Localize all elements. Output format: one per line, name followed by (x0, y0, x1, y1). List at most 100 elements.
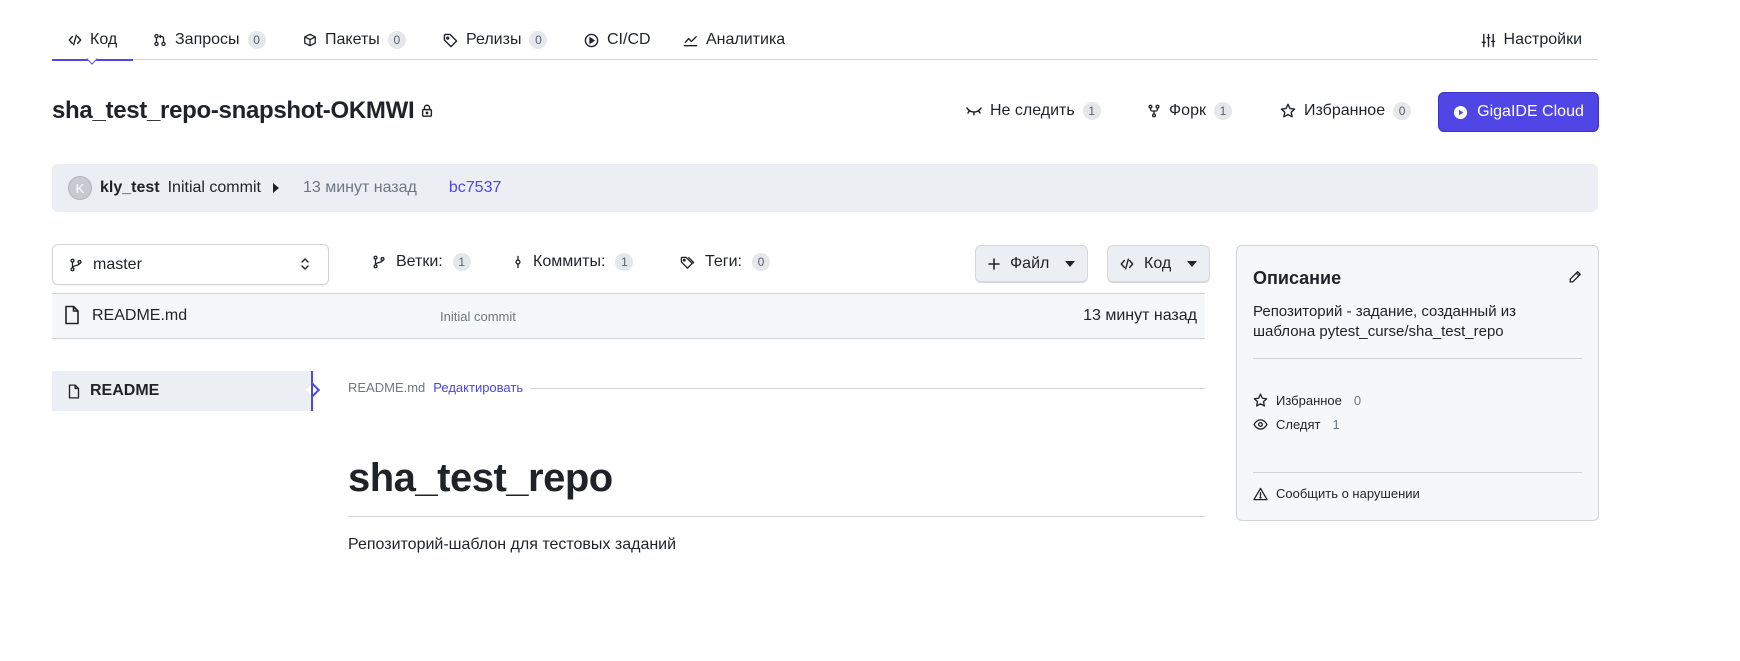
divider (1253, 358, 1582, 359)
gigaide-label: GigaIDE Cloud (1477, 103, 1584, 120)
branch-select[interactable]: master (52, 244, 329, 285)
branch-icon (69, 258, 83, 272)
tab-requests[interactable]: Запросы 0 (137, 20, 282, 60)
divider (348, 516, 1205, 517)
file-list: README.md Initial commit 13 минут назад (52, 293, 1205, 339)
report-label: Сообщить о нарушении (1276, 486, 1420, 501)
commit-message[interactable]: Initial commit (168, 179, 261, 197)
tab-label: Код (90, 31, 118, 48)
tab-count: 0 (247, 31, 266, 49)
tab-label: Релизы (466, 31, 522, 48)
repo-description: Репозиторий - задание, созданный из шабл… (1253, 303, 1517, 340)
file-icon (64, 305, 80, 325)
expand-commit-icon[interactable] (272, 183, 279, 193)
eye-icon (1253, 419, 1268, 430)
commit-author[interactable]: kly_test (100, 179, 160, 197)
file-icon (68, 383, 80, 399)
branch-icon (372, 255, 386, 269)
tab-analytics[interactable]: Аналитика (667, 20, 801, 60)
fork-button[interactable]: Форк 1 (1147, 98, 1232, 124)
add-file-label: Файл (1010, 254, 1050, 272)
lock-icon (420, 103, 434, 118)
avatar[interactable]: K (68, 176, 92, 200)
sidebar-watchers-link[interactable]: Следят 1 (1253, 417, 1340, 432)
clone-code-label: Код (1144, 254, 1172, 272)
commit-hash-link[interactable]: bc7537 (449, 179, 502, 197)
star-label: Избранное (1304, 102, 1386, 119)
chevron-up-down-icon (300, 257, 310, 271)
fork-count: 1 (1213, 102, 1232, 120)
tab-settings[interactable]: Настройки (1465, 20, 1598, 60)
divider (1253, 472, 1582, 473)
stars-label: Избранное (1276, 393, 1342, 408)
watchers-count: 1 (1332, 417, 1340, 432)
divider (530, 388, 1205, 389)
file-commit-link[interactable]: Initial commit (440, 309, 516, 324)
watch-count: 1 (1082, 102, 1101, 120)
star-icon (1253, 393, 1268, 408)
readme-edit-link[interactable]: Редактировать (433, 380, 523, 395)
repo-tabs: Код Запросы 0 Пакеты 0 Релизы 0 CI/CD Ан… (52, 20, 1598, 61)
unwatch-button[interactable]: Не следить 1 (966, 98, 1101, 124)
tag-icon (443, 33, 458, 48)
tab-label: Запросы (175, 31, 240, 48)
play-circle-icon (584, 33, 599, 48)
package-icon (303, 33, 317, 47)
tags-count: 0 (752, 253, 770, 271)
stars-count: 0 (1353, 393, 1362, 408)
tab-releases[interactable]: Релизы 0 (427, 20, 563, 60)
fork-label: Форк (1169, 102, 1206, 119)
sliders-icon (1481, 33, 1496, 48)
warning-icon (1253, 487, 1268, 501)
tab-cicd[interactable]: CI/CD (568, 20, 667, 60)
file-name-link[interactable]: README.md (92, 307, 187, 325)
commit-time: 13 минут назад (302, 179, 417, 196)
unwatch-label: Не следить (990, 102, 1075, 119)
tags-icon (680, 255, 695, 270)
readme-header: README.md Редактировать (348, 380, 523, 395)
graph-icon (683, 33, 698, 48)
tab-label: CI/CD (607, 31, 651, 48)
readme-body: Репозиторий-шаблон для тестовых заданий (348, 536, 677, 553)
tab-label: Аналитика (706, 31, 786, 48)
fork-icon (1147, 104, 1161, 118)
code-icon (1120, 257, 1134, 271)
sidebar-title: Описание (1253, 268, 1342, 288)
readme-filename: README.md (348, 380, 426, 395)
commit-icon (513, 255, 523, 269)
report-abuse-link[interactable]: Сообщить о нарушении (1253, 486, 1420, 501)
readme-nav-item[interactable]: README (52, 371, 312, 411)
file-row[interactable]: README.md Initial commit 13 минут назад (52, 294, 1205, 338)
plus-icon (988, 257, 1000, 270)
play-circle-icon (1453, 105, 1468, 120)
commits-link[interactable]: Коммиты: 1 (513, 253, 634, 271)
tab-packages[interactable]: Пакеты 0 (287, 20, 422, 60)
branches-link[interactable]: Ветки: 1 (372, 253, 471, 271)
about-sidebar: Описание Репозиторий - задание, созданны… (1236, 245, 1599, 521)
tab-label: Настройки (1503, 31, 1582, 48)
code-icon (68, 33, 82, 47)
repo-title[interactable]: sha_test_repo-snapshot-OKMWI (52, 97, 415, 125)
gigaide-cloud-button[interactable]: GigaIDE Cloud (1438, 92, 1599, 132)
clone-code-button[interactable]: Код (1107, 245, 1211, 283)
commits-count: 1 (615, 253, 634, 271)
chevron-down-icon (1065, 260, 1076, 267)
sidebar-stars-link[interactable]: Избранное 0 (1253, 393, 1361, 408)
file-time: 13 минут назад (1083, 307, 1197, 324)
tags-link[interactable]: Теги: 0 (680, 253, 770, 271)
tags-label: Теги: (705, 253, 742, 270)
pencil-icon[interactable] (1568, 270, 1582, 284)
star-count: 0 (1393, 102, 1412, 120)
commits-label: Коммиты: (533, 253, 606, 270)
branch-name: master (93, 255, 142, 273)
eye-closed-icon (966, 105, 982, 117)
star-icon (1280, 103, 1296, 119)
tab-label: Пакеты (325, 31, 380, 48)
chevron-down-icon (1187, 260, 1198, 267)
tab-count: 0 (529, 31, 548, 49)
readme-heading: sha_test_repo (348, 456, 613, 500)
add-file-button[interactable]: Файл (975, 245, 1089, 283)
tab-count: 0 (387, 31, 406, 49)
star-button[interactable]: Избранное 0 (1280, 98, 1412, 124)
latest-commit-bar: K kly_test Initial commit 13 минут назад… (52, 164, 1598, 212)
